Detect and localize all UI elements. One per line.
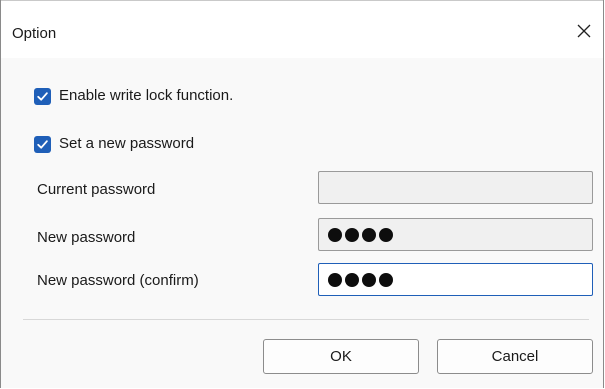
confirm-password-label: New password (confirm) [37, 272, 199, 289]
checkmark-icon [37, 91, 48, 101]
dialog-content: Enable write lock function. Set a new pa… [1, 58, 603, 388]
confirm-password-field[interactable] [318, 263, 593, 296]
password-dot [362, 272, 376, 287]
new-password-checkbox[interactable] [34, 135, 51, 153]
new-password-field-label: New password [37, 229, 136, 246]
password-dot [379, 227, 393, 242]
password-dot [328, 227, 342, 242]
current-password-label: Current password [37, 181, 156, 198]
ok-button[interactable]: OK [263, 339, 419, 374]
dialog-title: Option [12, 25, 57, 42]
new-password-label: Set a new password [59, 135, 195, 152]
checkmark-icon [37, 139, 48, 149]
close-button[interactable] [571, 18, 597, 44]
current-password-field[interactable] [318, 171, 593, 204]
divider [23, 319, 589, 320]
password-dot [345, 227, 359, 242]
new-password-option[interactable]: Set a new password [34, 133, 194, 155]
confirm-password-mask [328, 272, 393, 287]
write-lock-option[interactable]: Enable write lock function. [34, 85, 233, 107]
cancel-button[interactable]: Cancel [437, 339, 593, 374]
title-bar: Option [1, 0, 603, 58]
new-password-field[interactable] [318, 218, 593, 251]
password-dot [362, 227, 376, 242]
password-dot [328, 272, 342, 287]
option-dialog: Option Enable write lock function. Set a… [0, 0, 604, 388]
close-icon [577, 24, 591, 38]
password-dot [379, 272, 393, 287]
write-lock-label: Enable write lock function. [59, 87, 234, 104]
new-password-mask [328, 227, 393, 242]
password-dot [345, 272, 359, 287]
write-lock-checkbox[interactable] [34, 87, 51, 105]
